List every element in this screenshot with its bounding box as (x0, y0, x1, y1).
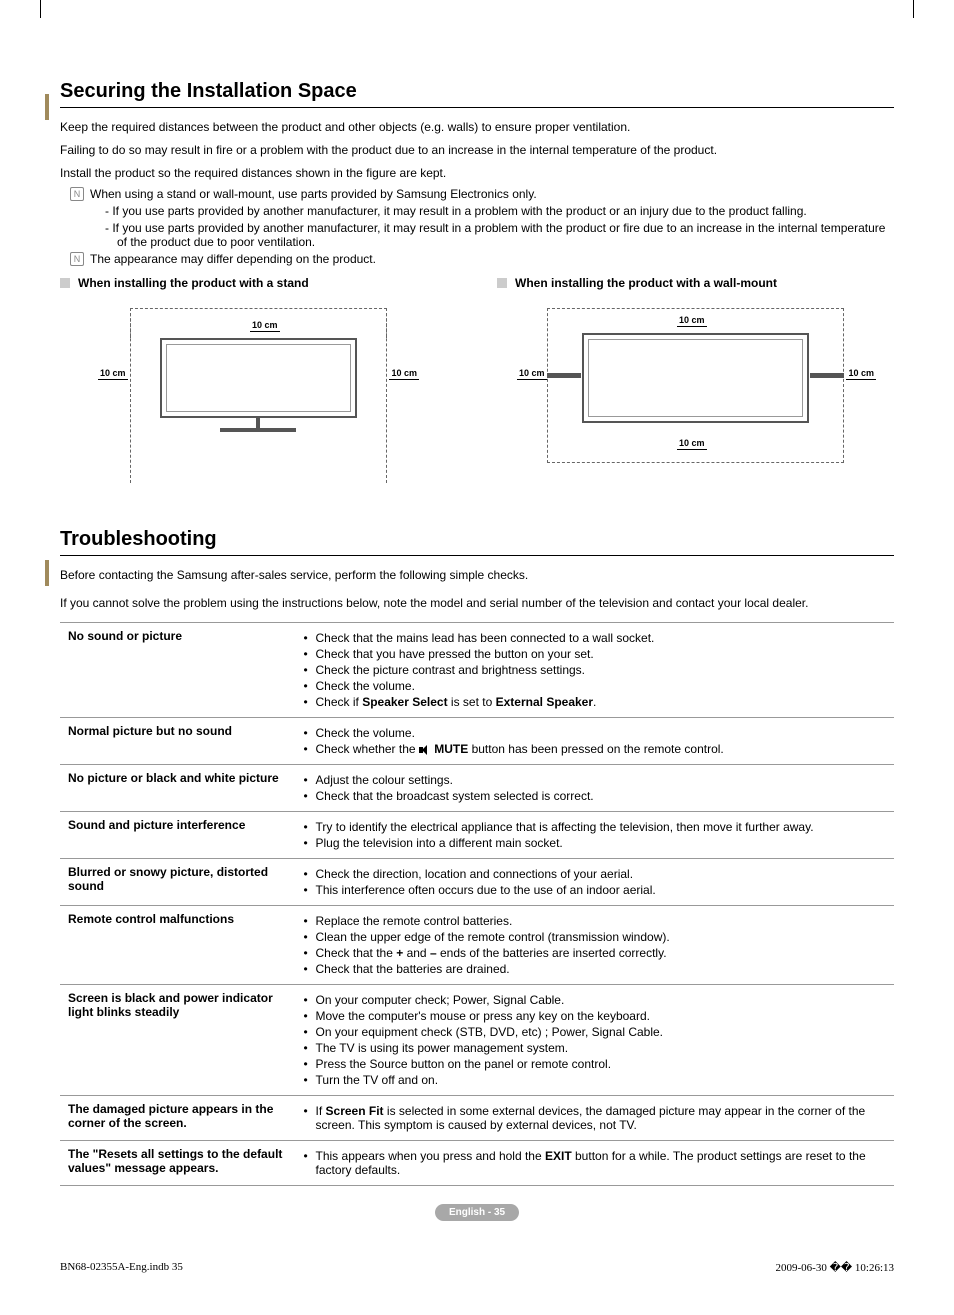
troubleshoot-intro: If you cannot solve the problem using th… (60, 594, 894, 612)
distance-label: 10 cm (517, 368, 547, 380)
list-item: Move the computer's mouse or press any k… (302, 1009, 886, 1023)
list-item: Check that the broadcast system selected… (302, 789, 886, 803)
page-pill: English - 35 (435, 1204, 519, 1221)
sub-bullet: If you use parts provided by another man… (105, 204, 894, 218)
table-row: The "Resets all settings to the default … (60, 1141, 894, 1186)
intro-text: Keep the required distances between the … (60, 118, 894, 136)
problem-cell: Sound and picture interference (60, 812, 294, 859)
diagram-wallmount: When installing the product with a wall-… (497, 276, 894, 498)
list-item: Adjust the colour settings. (302, 773, 886, 787)
distance-label: 10 cm (677, 438, 707, 450)
list-item: Check that the batteries are drained. (302, 962, 886, 976)
solution-cell: This appears when you press and hold the… (294, 1141, 894, 1186)
table-row: Blurred or snowy picture, distorted soun… (60, 859, 894, 906)
distance-label: 10 cm (677, 315, 707, 327)
section-title-installation: Securing the Installation Space (60, 80, 894, 108)
list-item: Check the volume. (302, 679, 886, 693)
diagram-stand: When installing the product with a stand… (60, 276, 457, 498)
table-row: Normal picture but no soundCheck the vol… (60, 718, 894, 765)
distance-label: 10 cm (98, 368, 128, 380)
list-item: This appears when you press and hold the… (302, 1149, 886, 1177)
mute-icon (419, 745, 431, 755)
solution-cell: Check the volume. Check whether the MUTE … (294, 718, 894, 765)
list-item: This interference often occurs due to th… (302, 883, 886, 897)
table-row: Remote control malfunctionsReplace the r… (60, 906, 894, 985)
crop-mark (913, 0, 914, 18)
troubleshooting-table: No sound or picture Check that the mains … (60, 622, 894, 1186)
table-row: No sound or picture Check that the mains … (60, 623, 894, 718)
solution-cell: Check that the mains lead has been conne… (294, 623, 894, 718)
list-item: Plug the television into a different mai… (302, 836, 886, 850)
problem-cell: No sound or picture (60, 623, 294, 718)
list-item: Check that the + and – ends of the batte… (302, 946, 886, 960)
crop-mark (40, 0, 41, 18)
list-item: The TV is using its power management sys… (302, 1041, 886, 1055)
solution-cell: Check the direction, location and connec… (294, 859, 894, 906)
note-icon: N (70, 252, 84, 266)
list-item: On your equipment check (STB, DVD, etc) … (302, 1025, 886, 1039)
diagram-title: When installing the product with a stand (78, 276, 309, 290)
square-bullet-icon (60, 278, 70, 288)
problem-cell: The damaged picture appears in the corne… (60, 1096, 294, 1141)
list-item: Check the picture contrast and brightnes… (302, 663, 886, 677)
troubleshoot-intro: Before contacting the Samsung after-sale… (60, 566, 894, 584)
problem-cell: Screen is black and power indicator ligh… (60, 985, 294, 1096)
list-item: If Screen Fit is selected in some extern… (302, 1104, 886, 1132)
table-row: Sound and picture interference Try to ide… (60, 812, 894, 859)
list-item: Check the direction, location and connec… (302, 867, 886, 881)
solution-cell: Try to identify the electrical appliance… (294, 812, 894, 859)
sub-bullet: If you use parts provided by another man… (105, 221, 894, 249)
list-item: Check the volume. (302, 726, 886, 740)
page-number: English - 35 (60, 1204, 894, 1221)
table-row: No picture or black and white pictureAdj… (60, 765, 894, 812)
diagram-title: When installing the product with a wall-… (515, 276, 777, 290)
section-accent (45, 560, 49, 586)
list-item: Check that you have pressed the button o… (302, 647, 886, 661)
list-item: On your computer check; Power, Signal Ca… (302, 993, 886, 1007)
problem-cell: Remote control malfunctions (60, 906, 294, 985)
distance-label: 10 cm (250, 320, 280, 332)
solution-cell: If Screen Fit is selected in some extern… (294, 1096, 894, 1141)
note-item: N When using a stand or wall-mount, use … (70, 187, 894, 201)
solution-cell: Replace the remote control batteries. Cle… (294, 906, 894, 985)
section-accent (45, 94, 49, 120)
footer-left: BN68-02355A-Eng.indb 35 (60, 1261, 183, 1274)
intro-text: Install the product so the required dist… (60, 164, 894, 182)
problem-cell: No picture or black and white picture (60, 765, 294, 812)
list-item: Press the Source button on the panel or … (302, 1057, 886, 1071)
list-item: Check that the mains lead has been conne… (302, 631, 886, 645)
distance-label: 10 cm (846, 368, 876, 380)
square-bullet-icon (497, 278, 507, 288)
table-row: The damaged picture appears in the corne… (60, 1096, 894, 1141)
list-item: Try to identify the electrical appliance… (302, 820, 886, 834)
list-item: Check if Speaker Select is set to Extern… (302, 695, 886, 709)
intro-text: Failing to do so may result in fire or a… (60, 141, 894, 159)
solution-cell: On your computer check; Power, Signal Ca… (294, 985, 894, 1096)
distance-label: 10 cm (389, 368, 419, 380)
list-item: Replace the remote control batteries. (302, 914, 886, 928)
section-title-troubleshooting: Troubleshooting (60, 528, 894, 556)
note-text: The appearance may differ depending on t… (90, 252, 894, 266)
note-text: When using a stand or wall-mount, use pa… (90, 187, 894, 201)
list-item: Turn the TV off and on. (302, 1073, 886, 1087)
note-item: N The appearance may differ depending on… (70, 252, 894, 266)
list-item: Check whether the MUTE button has been p… (302, 742, 886, 756)
note-icon: N (70, 187, 84, 201)
list-item: Clean the upper edge of the remote contr… (302, 930, 886, 944)
solution-cell: Adjust the colour settings. Check that th… (294, 765, 894, 812)
problem-cell: The "Resets all settings to the default … (60, 1141, 294, 1186)
problem-cell: Blurred or snowy picture, distorted soun… (60, 859, 294, 906)
table-row: Screen is black and power indicator ligh… (60, 985, 894, 1096)
problem-cell: Normal picture but no sound (60, 718, 294, 765)
footer-right: 2009-06-30 �� 10:26:13 (776, 1261, 895, 1274)
